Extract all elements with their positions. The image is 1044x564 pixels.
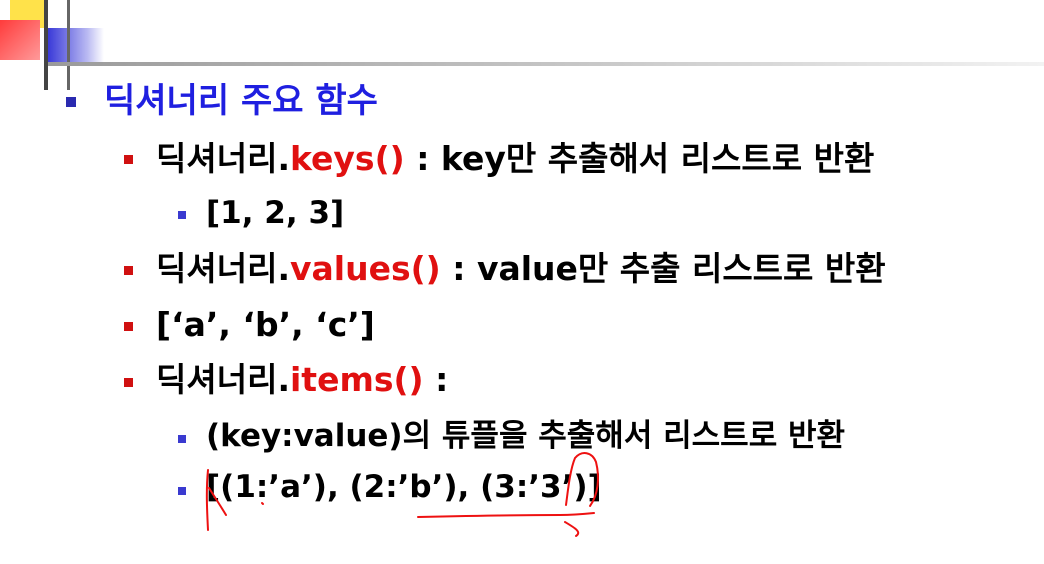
pen-stroke-bracket-left [205, 469, 227, 531]
pen-stroke-underline [417, 512, 595, 537]
pen-annotation [205, 452, 599, 537]
pen-stroke-dot [261, 502, 264, 505]
pen-stroke-bracket-right [565, 452, 599, 507]
